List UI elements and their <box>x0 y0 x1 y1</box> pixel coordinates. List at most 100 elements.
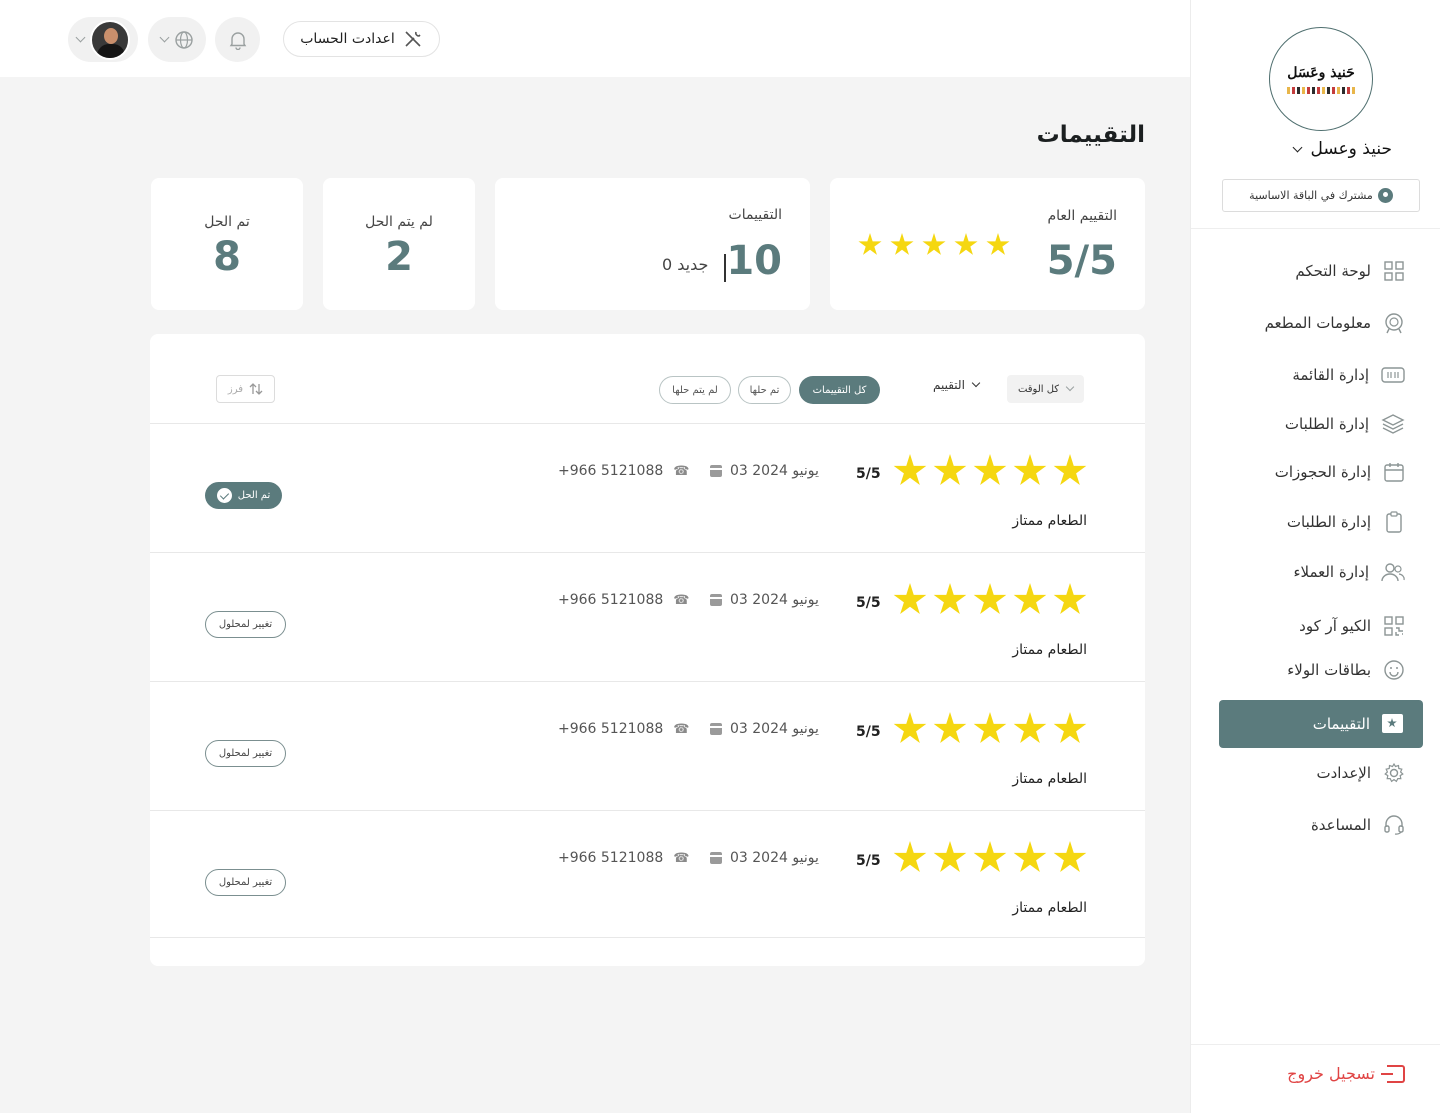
star-icon <box>933 583 967 614</box>
tab-unresolved[interactable]: لم يتم حلها <box>659 376 731 404</box>
review-comment: الطعام ممتاز <box>1012 642 1087 658</box>
sidebar-item-label: معلومات المطعم <box>1264 314 1371 332</box>
main-content: التقييمات التقييم العام 5/5 التقييمات 10… <box>0 77 1190 1113</box>
review-date: 03 يونيو 2024 <box>710 721 819 737</box>
logout-label: تسجيل خروج <box>1287 1064 1375 1083</box>
tab-resolved[interactable]: تم حلها <box>738 376 791 404</box>
sidebar-item-help[interactable]: المساعدة <box>1311 814 1405 836</box>
sort-label: فرز <box>227 383 244 395</box>
reviews-panel: كل الوقت التقييم كل التقييمات تم حلها لم… <box>150 334 1145 966</box>
page-title: التقييمات <box>1036 122 1145 148</box>
review-score: 5/5 <box>856 853 881 869</box>
notifications-button[interactable] <box>215 17 260 62</box>
badge-icon <box>1377 188 1393 203</box>
review-row: 5/5 03 يونيو 2024 +966 5121088 ☎ الطعام ممتا… <box>150 681 1145 810</box>
status-badge-resolved[interactable]: تم الحل <box>205 482 282 509</box>
chevron-down-icon <box>971 378 981 388</box>
sidebar-item-dashboard[interactable]: لوحة التحكم <box>1295 260 1405 282</box>
star-icon <box>1053 583 1087 614</box>
user-menu[interactable] <box>68 17 138 62</box>
reviews-count-label: التقييمات <box>728 207 782 223</box>
rating-filter-select[interactable]: التقييم <box>933 378 981 392</box>
sidebar-item-label: الكيو آر كود <box>1299 617 1371 635</box>
sidebar: حَنيذ وعَسَل حنيذ وعسل مشترك في الباقة ا… <box>1190 0 1440 1113</box>
review-row: 5/5 03 يونيو 2024 +966 5121088 ☎ الطعام ممتا… <box>150 423 1145 552</box>
language-switcher[interactable] <box>148 17 206 62</box>
sidebar-bottom-divider <box>1191 1044 1440 1045</box>
calendar-icon <box>1384 463 1404 482</box>
review-comment: الطعام ممتاز <box>1012 900 1087 916</box>
review-row: 5/5 03 يونيو 2024 +966 5121088 ☎ الطعام ممتا… <box>150 552 1145 681</box>
review-date-text: 03 يونيو 2024 <box>730 463 819 479</box>
mark-resolved-button[interactable]: تغيير لمحلول <box>205 740 286 767</box>
star-icon <box>933 712 967 743</box>
plan-badge: مشترك في الباقة الاساسية <box>1222 179 1420 212</box>
calendar-icon <box>710 594 722 606</box>
calendar-icon <box>710 852 722 864</box>
review-date-text: 03 يونيو 2024 <box>730 721 819 737</box>
review-date: 03 يونيو 2024 <box>710 463 819 479</box>
overall-rating-value: 5/5 <box>1046 238 1117 284</box>
review-date-text: 03 يونيو 2024 <box>730 850 819 866</box>
review-phone: +966 5121088 ☎ <box>558 850 689 866</box>
sort-button[interactable]: فرز <box>216 375 275 403</box>
star-icon <box>933 454 967 485</box>
grid-icon <box>1384 261 1404 281</box>
users-icon <box>1381 563 1405 582</box>
sidebar-item-label: الإعدادت <box>1316 764 1371 782</box>
restaurant-logo[interactable]: حَنيذ وعَسَل <box>1269 27 1373 131</box>
logout-icon <box>1381 1064 1405 1083</box>
sidebar-item-customers[interactable]: إدارة العملاء <box>1293 561 1405 583</box>
overall-rating-card: التقييم العام 5/5 <box>830 178 1145 310</box>
star-icon <box>1013 454 1047 485</box>
phone-icon: ☎ <box>673 721 690 737</box>
menu-icon <box>1381 367 1405 383</box>
star-icon <box>893 841 927 872</box>
review-stars <box>893 712 1087 746</box>
star-icon <box>858 233 882 255</box>
time-filter-select[interactable]: كل الوقت <box>1007 375 1084 403</box>
sidebar-item-label: إدارة الحجوزات <box>1274 463 1371 481</box>
account-settings-label: اعدادت الحساب <box>300 31 395 47</box>
sidebar-item-menu[interactable]: إدارة القائمة <box>1292 365 1405 385</box>
star-icon <box>1013 712 1047 743</box>
chevron-down-icon <box>1065 382 1075 392</box>
account-settings-button[interactable]: اعدادت الحساب <box>283 21 440 57</box>
sidebar-item-reviews[interactable]: التقييمات <box>1219 700 1423 748</box>
overall-rating-label: التقييم العام <box>1047 208 1117 224</box>
mark-resolved-button[interactable]: تغيير لمحلول <box>205 869 286 896</box>
resolved-card: تم الحل 8 <box>151 178 303 310</box>
mark-resolved-button[interactable]: تغيير لمحلول <box>205 611 286 638</box>
sidebar-item-loyalty-cards[interactable]: بطاقات الولاء <box>1287 659 1405 681</box>
star-icon <box>893 583 927 614</box>
sidebar-item-restaurant-info[interactable]: معلومات المطعم <box>1265 312 1405 334</box>
review-date: 03 يونيو 2024 <box>710 850 819 866</box>
review-score: 5/5 <box>856 595 881 611</box>
review-phone-text: +966 5121088 <box>558 463 664 479</box>
logout-button[interactable]: تسجيل خروج <box>1287 1064 1405 1083</box>
status-label: تم الحل <box>237 490 271 501</box>
sidebar-item-orders-2[interactable]: إدارة الطلبات <box>1287 511 1405 533</box>
star-icon <box>1013 841 1047 872</box>
sidebar-item-reservations[interactable]: إدارة الحجوزات <box>1275 461 1405 483</box>
layers-icon <box>1381 414 1405 434</box>
sidebar-item-label: إدارة العملاء <box>1293 563 1369 581</box>
bell-icon <box>229 31 246 50</box>
tab-all-reviews[interactable]: كل التقييمات <box>799 376 880 404</box>
sidebar-item-settings[interactable]: الإعدادت <box>1316 762 1405 784</box>
restaurant-icon <box>1385 313 1403 334</box>
phone-icon: ☎ <box>673 463 690 479</box>
review-phone: +966 5121088 ☎ <box>558 592 689 608</box>
review-date: 03 يونيو 2024 <box>710 592 819 608</box>
top-bar: اعدادت الحساب <box>0 0 1190 77</box>
sidebar-divider <box>1191 228 1440 229</box>
star-icon <box>973 841 1007 872</box>
brand-switcher[interactable]: حنيذ وعسل <box>1292 139 1392 159</box>
star-icon <box>933 841 967 872</box>
sidebar-item-qr-code[interactable]: الكيو آر كود <box>1299 615 1405 637</box>
sidebar-item-orders[interactable]: إدارة الطلبات <box>1285 413 1405 435</box>
resolved-count: 8 <box>213 234 241 280</box>
sidebar-item-reviews-content: التقييمات <box>1313 714 1403 733</box>
review-stars <box>893 583 1087 617</box>
smile-icon <box>1384 660 1404 680</box>
